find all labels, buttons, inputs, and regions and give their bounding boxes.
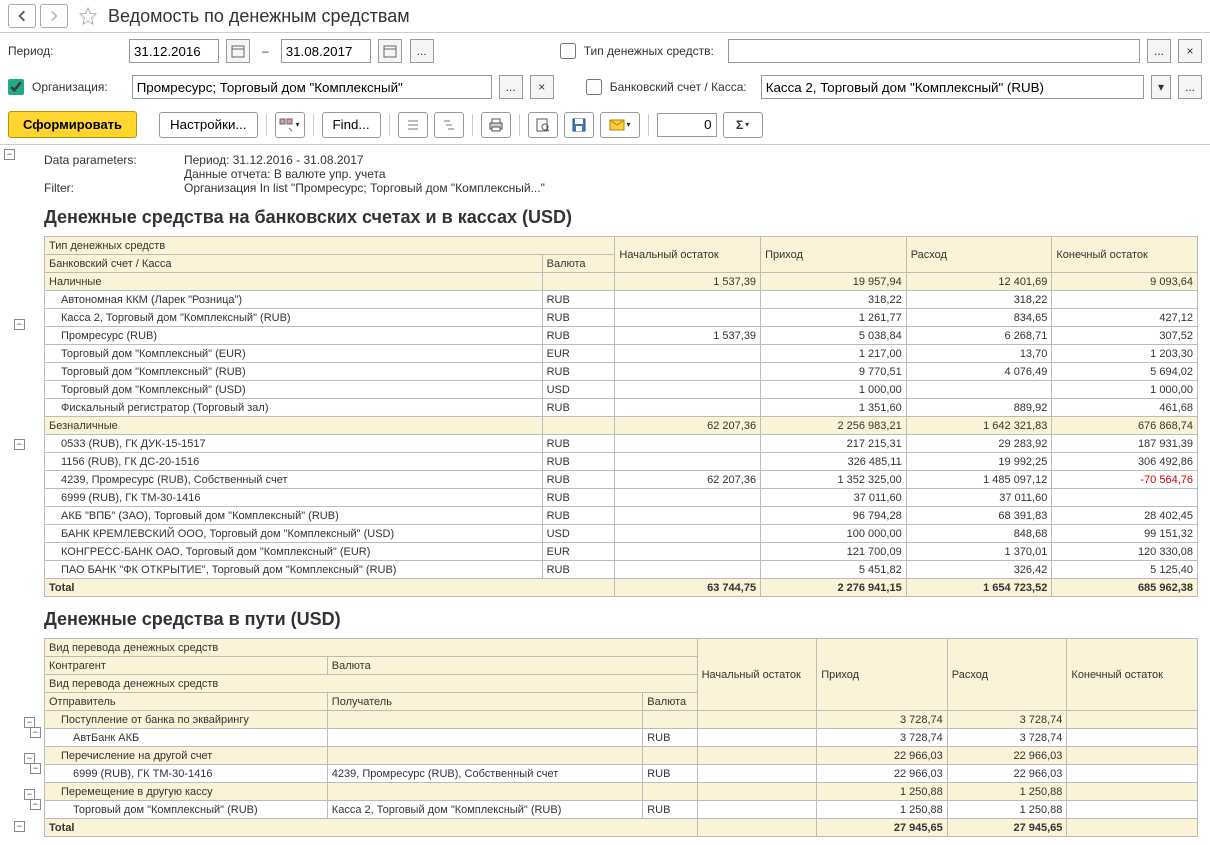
org-label: Организация: (32, 80, 108, 94)
form-button[interactable]: Сформировать (8, 111, 137, 138)
org-input[interactable] (132, 75, 492, 99)
org-more-button[interactable]: ... (499, 75, 523, 99)
date-from-input[interactable] (129, 39, 219, 63)
section1-table: Тип денежных средствНачальный остатокПри… (44, 236, 1198, 597)
table-row[interactable]: 4239, Промресурс (RUB), Собственный счет… (45, 471, 1198, 489)
tree-toggle[interactable]: − (30, 727, 41, 738)
bank-label: Банковский счет / Касса: (610, 80, 747, 94)
tree-toggle[interactable]: − (14, 439, 25, 450)
table-row[interactable]: 0533 (RUB), ГК ДУК-15-1517RUB217 215,312… (45, 435, 1198, 453)
table-row[interactable]: АвтБанк АКБRUB3 728,743 728,74 (45, 729, 1198, 747)
collapse-all-icon[interactable] (434, 112, 464, 138)
favorite-icon[interactable] (78, 6, 98, 26)
table-row[interactable]: Автономная ККМ (Ларек "Розница")RUB318,2… (45, 291, 1198, 309)
section2-title: Денежные средства в пути (USD) (44, 609, 1198, 630)
table-row[interactable]: Торговый дом "Комплексный" (RUB)Касса 2,… (45, 801, 1198, 819)
date-separator: – (262, 44, 269, 58)
table-row[interactable]: 6999 (RUB), ГК ТМ-30-14164239, Промресур… (45, 765, 1198, 783)
bank-dropdown-button[interactable]: ▾ (1151, 75, 1171, 99)
find-button[interactable]: Find... (322, 112, 381, 138)
tree-toggle[interactable]: − (4, 149, 15, 160)
table-row[interactable]: Фискальный регистратор (Торговый зал)RUB… (45, 399, 1198, 417)
money-type-clear-button[interactable]: × (1178, 39, 1202, 63)
table-row[interactable]: Перемещение в другую кассу1 250,881 250,… (45, 783, 1198, 801)
filter-value: Организация In list "Промресурс; Торговы… (184, 181, 545, 195)
table-row[interactable]: БАНК КРЕМЛЕВСКИЙ ООО, Торговый дом "Комп… (45, 525, 1198, 543)
tree-toggle[interactable]: − (14, 319, 25, 330)
table-row[interactable]: АКБ "ВПБ" (ЗАО), Торговый дом "Комплексн… (45, 507, 1198, 525)
table-row[interactable]: Безналичные62 207,362 256 983,211 642 32… (45, 417, 1198, 435)
print-icon[interactable] (481, 112, 511, 138)
table-row[interactable]: КОНГРЕСС-БАНК ОАО, Торговый дом "Комплек… (45, 543, 1198, 561)
table-row[interactable]: Торговый дом "Комплексный" (RUB)RUB9 770… (45, 363, 1198, 381)
money-type-checkbox[interactable] (560, 43, 576, 59)
bank-checkbox[interactable] (586, 79, 602, 95)
tree-toggle[interactable]: − (30, 799, 41, 810)
table-row[interactable]: Перечисление на другой счет22 966,0322 9… (45, 747, 1198, 765)
save-icon[interactable] (564, 112, 594, 138)
nav-back-button[interactable] (8, 4, 36, 28)
data-params-line1: Период: 31.12.2016 - 31.08.2017 (184, 153, 364, 167)
filter-label: Filter: (44, 181, 184, 195)
mail-icon[interactable]: ▾ (600, 112, 640, 138)
bank-input[interactable] (761, 75, 1144, 99)
sum-icon[interactable]: Σ▾ (723, 112, 763, 138)
table-row[interactable]: Торговый дом "Комплексный" (EUR)EUR1 217… (45, 345, 1198, 363)
org-checkbox[interactable] (8, 79, 24, 95)
calendar-from-button[interactable] (226, 39, 250, 63)
bank-more-button[interactable]: ... (1178, 75, 1202, 99)
period-label: Период: (8, 44, 63, 58)
table-row[interactable]: Поступление от банка по эквайрингу3 728,… (45, 711, 1198, 729)
data-params-label: Data parameters: (44, 153, 184, 167)
page-number-input[interactable] (657, 113, 717, 137)
section1-title: Денежные средства на банковских счетах и… (44, 207, 1198, 228)
tree-toggle[interactable]: − (30, 763, 41, 774)
preview-icon[interactable] (528, 112, 558, 138)
money-type-input[interactable] (728, 39, 1140, 63)
page-title: Ведомость по денежным средствам (108, 6, 410, 27)
table-row[interactable]: 6999 (RUB), ГК ТМ-30-1416RUB37 011,6037 … (45, 489, 1198, 507)
period-more-button[interactable]: ... (410, 39, 434, 63)
data-params-line2: Данные отчета: В валюте упр. учета (184, 167, 386, 181)
table-row[interactable]: ПАО БАНК "ФК ОТКРЫТИЕ", Торговый дом "Ко… (45, 561, 1198, 579)
table-row[interactable]: Промресурс (RUB)RUB1 537,395 038,846 268… (45, 327, 1198, 345)
expand-all-icon[interactable] (398, 112, 428, 138)
table-row[interactable]: Торговый дом "Комплексный" (USD)USD1 000… (45, 381, 1198, 399)
tree-toggle[interactable]: − (14, 821, 25, 832)
table-row[interactable]: Наличные1 537,3919 957,9412 401,699 093,… (45, 273, 1198, 291)
tree-expand-icon[interactable]: ▾ (275, 112, 305, 138)
org-clear-button[interactable]: × (530, 75, 554, 99)
nav-forward-button[interactable] (40, 4, 68, 28)
money-type-more-button[interactable]: ... (1147, 39, 1171, 63)
money-type-label: Тип денежных средств: (584, 44, 714, 58)
date-to-input[interactable] (281, 39, 371, 63)
calendar-to-button[interactable] (378, 39, 402, 63)
section2-table: Вид перевода денежных средствНачальный о… (44, 638, 1198, 837)
settings-button[interactable]: Настройки... (159, 112, 257, 138)
table-row[interactable]: 1156 (RUB), ГК ДС-20-1516RUB326 485,1119… (45, 453, 1198, 471)
table-row[interactable]: Касса 2, Торговый дом "Комплексный" (RUB… (45, 309, 1198, 327)
